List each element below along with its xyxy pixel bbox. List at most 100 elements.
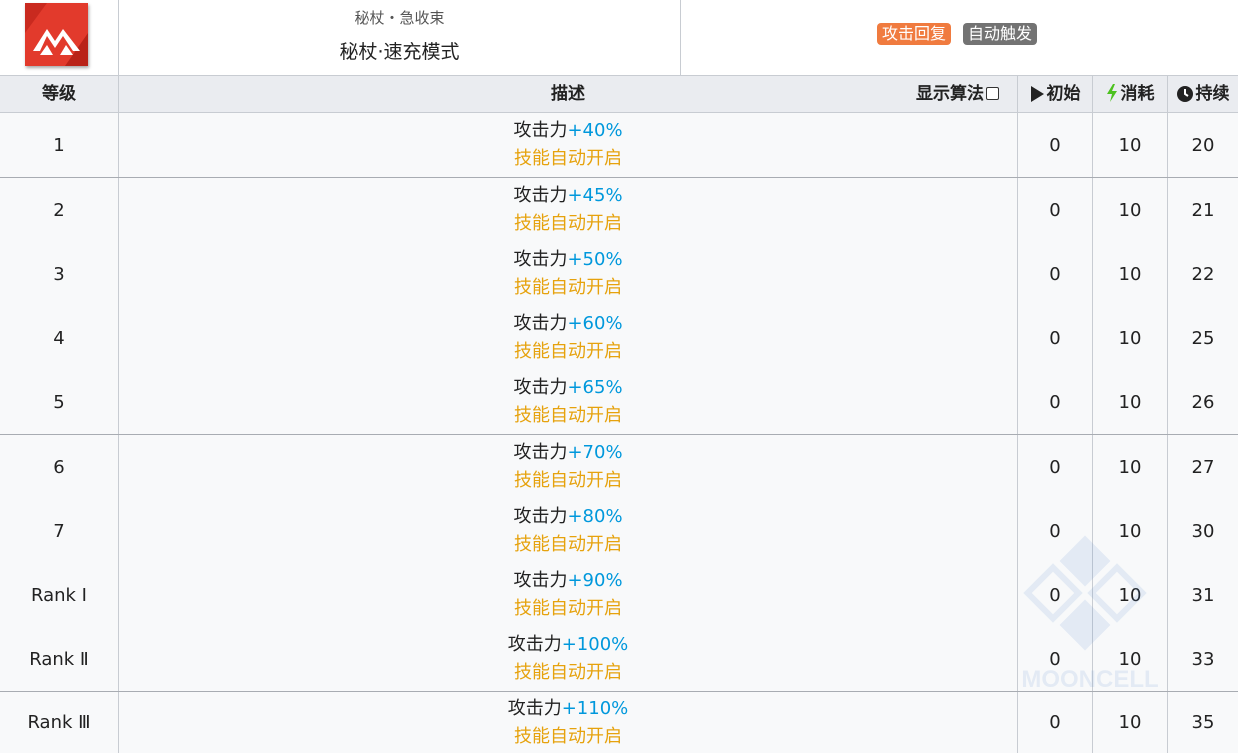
duration-cell: 25 xyxy=(1191,327,1215,349)
start-cell: 0 xyxy=(1018,113,1093,177)
duration-cell: 20 xyxy=(1191,134,1215,156)
start-cell: 0 xyxy=(1018,627,1093,691)
cost-cell: 10 xyxy=(1093,499,1168,563)
duration-cell: 26 xyxy=(1191,391,1215,413)
header-start: 初始 xyxy=(1046,84,1081,104)
table-row: 7 攻击力+80% 技能自动开启 0 10 30 xyxy=(0,499,1238,564)
header-cost-cell: 消耗 xyxy=(1093,76,1168,112)
table-row: 1 攻击力+40% 技能自动开启 0 10 20 xyxy=(0,113,1238,179)
header-cost: 消耗 xyxy=(1120,84,1155,104)
table-row: 6 攻击力+70% 技能自动开启 0 10 27 xyxy=(0,435,1238,500)
attr-value: +45% xyxy=(567,185,623,206)
attr-label: 攻击力 xyxy=(513,249,568,270)
skill-tags: 攻击回复 自动触发 xyxy=(877,23,1038,45)
level-cell: Rank Ⅱ xyxy=(0,627,119,691)
level-cell: 5 xyxy=(0,370,119,434)
table-row: Rank Ⅱ 攻击力+100% 技能自动开启 0 10 33 xyxy=(0,627,1238,693)
desc-cell: 攻击力+65% 技能自动开启 xyxy=(119,370,1018,434)
attr-label: 攻击力 xyxy=(513,313,568,334)
attr-label: 攻击力 xyxy=(513,185,568,206)
level-cell: 6 xyxy=(0,435,119,499)
cost-cell: 10 xyxy=(1093,627,1168,691)
desc-cell: 攻击力+110% 技能自动开启 xyxy=(119,692,1018,753)
attr-value: +65% xyxy=(567,377,623,398)
start-cell: 0 xyxy=(1018,370,1093,434)
table-row: Rank Ⅰ 攻击力+90% 技能自动开启 0 10 31 xyxy=(0,563,1238,628)
desc-cell: 攻击力+90% 技能自动开启 xyxy=(119,563,1018,627)
start-cell: 0 xyxy=(1018,306,1093,370)
skill-emblem-icon xyxy=(25,3,88,66)
level-cell: Rank Ⅰ xyxy=(0,563,119,627)
table-row: 3 攻击力+50% 技能自动开启 0 10 22 xyxy=(0,242,1238,307)
attr-value: +110% xyxy=(561,697,629,719)
skill-header: 秘杖・急收束 秘杖·速充模式 攻击回复 自动触发 xyxy=(0,0,1238,76)
header-desc-cell: 描述 显示算法 xyxy=(119,76,1018,112)
duration-cell: 22 xyxy=(1191,263,1215,285)
table-row: 5 攻击力+65% 技能自动开启 0 10 26 xyxy=(0,370,1238,436)
attr-value: +80% xyxy=(567,506,623,527)
header-duration: 持续 xyxy=(1195,84,1230,104)
duration-cell: 31 xyxy=(1191,584,1215,606)
start-cell: 0 xyxy=(1018,435,1093,499)
level-cell: 4 xyxy=(0,306,119,370)
start-cell: 0 xyxy=(1018,242,1093,306)
show-algorithm-toggle[interactable]: 显示算法 xyxy=(916,76,999,112)
auto-note: 技能自动开启 xyxy=(514,470,622,491)
attr-value: +100% xyxy=(561,634,629,655)
start-cell: 0 xyxy=(1018,692,1093,753)
desc-cell: 攻击力+50% 技能自动开启 xyxy=(119,242,1018,306)
play-icon xyxy=(1030,86,1044,102)
lightning-icon xyxy=(1106,84,1117,102)
attr-value: +90% xyxy=(567,570,623,591)
start-cell: 0 xyxy=(1018,563,1093,627)
auto-note: 技能自动开启 xyxy=(514,534,622,555)
desc-cell: 攻击力+100% 技能自动开启 xyxy=(119,627,1018,691)
cost-cell: 10 xyxy=(1093,242,1168,306)
cost-cell: 10 xyxy=(1093,113,1168,177)
table-row: 2 攻击力+45% 技能自动开启 0 10 21 xyxy=(0,178,1238,243)
attr-label: 攻击力 xyxy=(513,506,568,527)
attr-label: 攻击力 xyxy=(507,697,562,719)
auto-note: 技能自动开启 xyxy=(514,405,622,426)
level-cell: Rank Ⅲ xyxy=(0,692,119,753)
desc-cell: 攻击力+60% 技能自动开启 xyxy=(119,306,1018,370)
auto-note: 技能自动开启 xyxy=(514,277,622,298)
desc-cell: 攻击力+70% 技能自动开启 xyxy=(119,435,1018,499)
cost-cell: 10 xyxy=(1093,178,1168,242)
auto-note: 技能自动开启 xyxy=(514,213,622,234)
skill-subname: 秘杖・急收束 xyxy=(354,9,445,27)
level-cell: 7 xyxy=(0,499,119,563)
skill-icon-cell xyxy=(0,0,119,75)
table-row: Rank Ⅲ 攻击力+110% 技能自动开启 0 10 35 xyxy=(0,692,1238,753)
cost-cell: 10 xyxy=(1093,692,1168,753)
cost-cell: 10 xyxy=(1093,563,1168,627)
attr-label: 攻击力 xyxy=(507,634,562,655)
desc-cell: 攻击力+40% 技能自动开启 xyxy=(119,113,1018,177)
level-cell: 1 xyxy=(0,113,119,177)
tag-auto-trigger: 自动触发 xyxy=(963,23,1038,45)
duration-cell: 33 xyxy=(1191,648,1215,670)
desc-cell: 攻击力+45% 技能自动开启 xyxy=(119,178,1018,242)
table-header: 等级 描述 显示算法 初始 消耗 持续 xyxy=(0,76,1238,113)
auto-note: 技能自动开启 xyxy=(514,662,622,683)
attr-value: +70% xyxy=(567,442,623,463)
header-desc: 描述 xyxy=(551,84,585,104)
attr-value: +50% xyxy=(567,249,623,270)
start-cell: 0 xyxy=(1018,178,1093,242)
attr-value: +60% xyxy=(567,313,623,334)
show-algorithm-checkbox[interactable] xyxy=(986,87,999,100)
start-cell: 0 xyxy=(1018,499,1093,563)
attr-value: +40% xyxy=(567,120,623,141)
cost-cell: 10 xyxy=(1093,435,1168,499)
attr-label: 攻击力 xyxy=(513,570,568,591)
auto-note: 技能自动开启 xyxy=(514,598,622,619)
clock-icon xyxy=(1176,86,1193,102)
duration-cell: 27 xyxy=(1191,456,1215,478)
cost-cell: 10 xyxy=(1093,306,1168,370)
level-cell: 2 xyxy=(0,178,119,242)
skill-name-cell: 秘杖・急收束 秘杖·速充模式 xyxy=(119,0,681,75)
attr-label: 攻击力 xyxy=(513,442,568,463)
duration-cell: 30 xyxy=(1191,520,1215,542)
tag-attack-recovery: 攻击回复 xyxy=(877,23,952,45)
attr-label: 攻击力 xyxy=(513,377,568,398)
